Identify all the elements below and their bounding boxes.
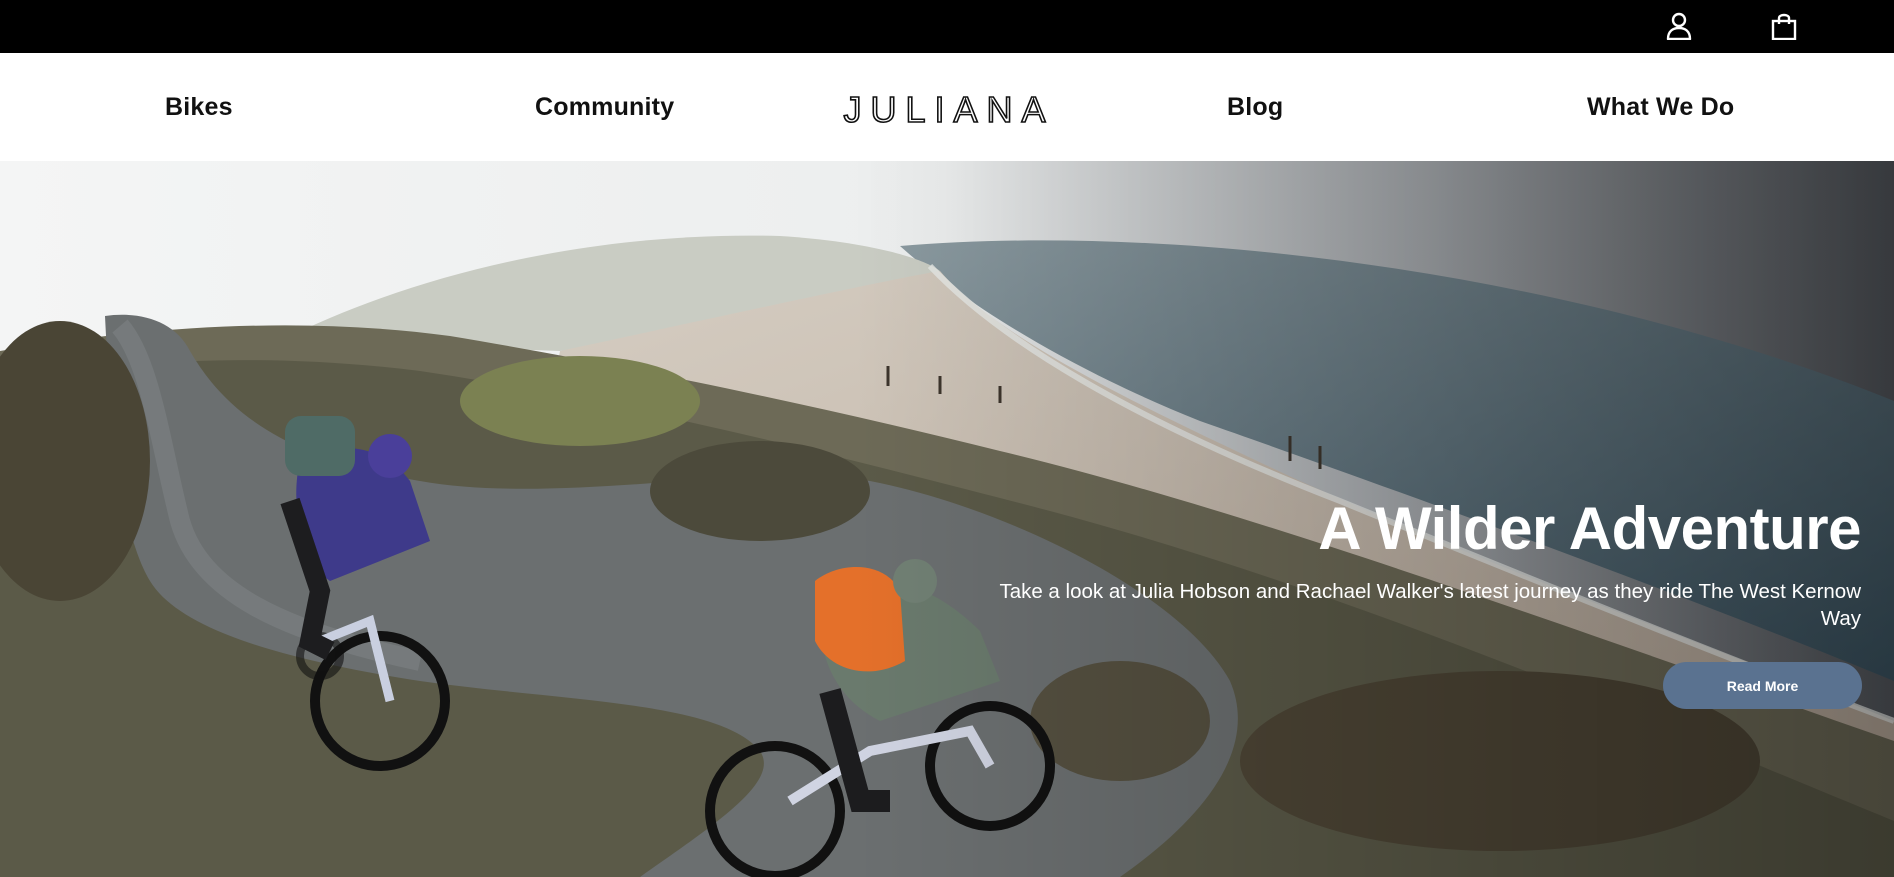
user-icon <box>1666 12 1692 40</box>
shopping-bag-icon <box>1771 13 1797 40</box>
nav-item-community[interactable]: Community <box>535 93 674 122</box>
main-navigation: Bikes Community JULIANA Blog What We Do <box>0 53 1894 161</box>
nav-item-bikes[interactable]: Bikes <box>165 93 233 122</box>
hero-banner: A Wilder Adventure Take a look at Julia … <box>0 161 1894 877</box>
hero-title: A Wilder Adventure <box>1318 495 1861 562</box>
cart-button[interactable] <box>1766 8 1802 44</box>
account-button[interactable] <box>1661 8 1697 44</box>
hero-description: Take a look at Julia Hobson and Rachael … <box>999 580 1861 630</box>
top-utility-bar <box>0 0 1894 53</box>
juliana-logo[interactable]: JULIANA <box>842 88 1056 131</box>
nav-item-blog[interactable]: Blog <box>1227 93 1283 122</box>
read-more-button[interactable]: Read More <box>1663 662 1862 709</box>
nav-item-what-we-do[interactable]: What We Do <box>1587 93 1734 122</box>
logo-wordmark: JULIANA <box>843 88 1055 131</box>
